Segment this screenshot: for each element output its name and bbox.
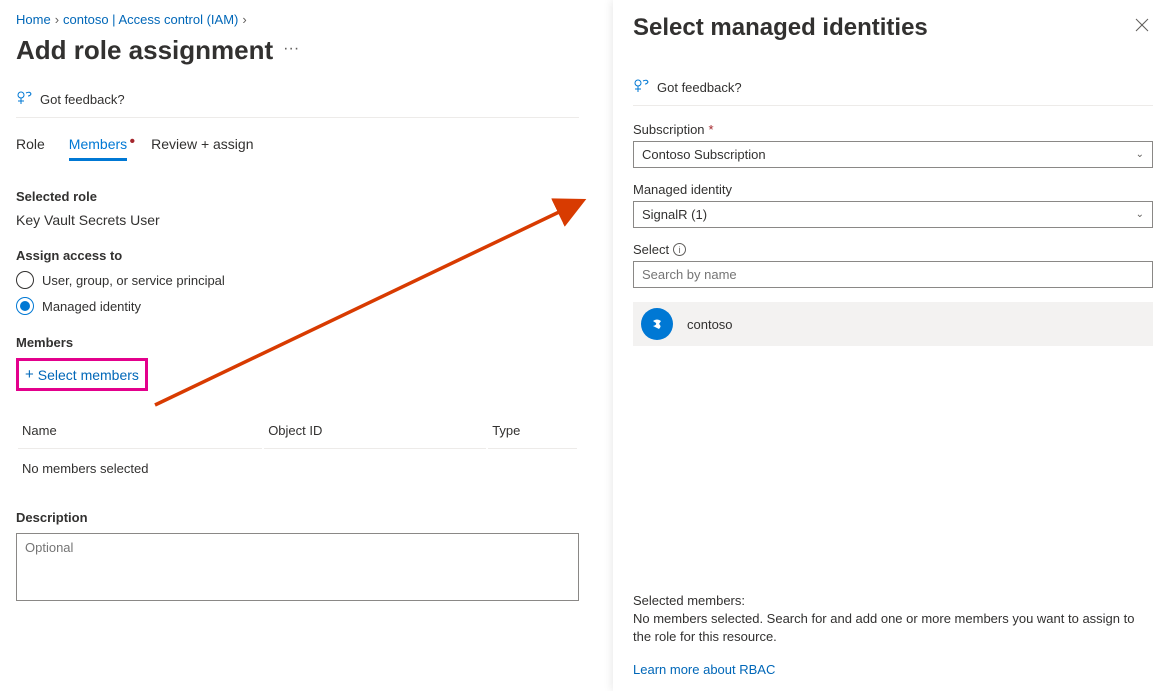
managed-identity-value: SignalR (1) xyxy=(642,207,707,222)
tab-members-label: Members xyxy=(69,136,127,152)
feedback-link[interactable]: Got feedback? xyxy=(16,90,579,109)
radio-icon xyxy=(16,271,34,289)
chevron-down-icon: ⌄ xyxy=(1136,149,1144,160)
radio-label-managed-identity: Managed identity xyxy=(42,299,141,314)
select-members-label: Select members xyxy=(38,367,139,383)
feedback-icon xyxy=(16,90,32,109)
panel-feedback-link[interactable]: Got feedback? xyxy=(633,78,1153,97)
description-label: Description xyxy=(16,510,579,525)
assign-access-label: Assign access to xyxy=(16,248,579,263)
radio-icon xyxy=(16,297,34,315)
select-members-button[interactable]: + Select members xyxy=(16,358,148,391)
subscription-select[interactable]: Contoso Subscription ⌄ xyxy=(633,141,1153,168)
members-table: Name Object ID Type No members selected xyxy=(16,411,579,488)
tabs: Role Members • Review + assign xyxy=(16,136,579,161)
col-name: Name xyxy=(18,413,262,449)
panel-title: Select managed identities xyxy=(633,14,928,42)
info-icon[interactable]: i xyxy=(673,243,686,256)
chevron-right-icon: › xyxy=(242,12,246,27)
radio-managed-identity[interactable]: Managed identity xyxy=(16,297,579,315)
radio-user-group-sp[interactable]: User, group, or service principal xyxy=(16,271,579,289)
divider xyxy=(633,105,1153,106)
managed-identity-select[interactable]: SignalR (1) ⌄ xyxy=(633,201,1153,228)
required-asterisk-icon: * xyxy=(709,122,714,137)
close-button[interactable] xyxy=(1131,14,1153,41)
managed-identity-label: Managed identity xyxy=(633,182,1153,197)
selected-members-text: No members selected. Search for and add … xyxy=(633,610,1153,646)
tab-members[interactable]: Members • xyxy=(69,136,127,161)
col-object-id: Object ID xyxy=(264,413,486,449)
table-row: No members selected xyxy=(18,451,577,486)
breadcrumb-item[interactable]: contoso | Access control (IAM) xyxy=(63,12,238,27)
chevron-down-icon: ⌄ xyxy=(1136,209,1144,220)
identity-result-row[interactable]: contoso xyxy=(633,302,1153,346)
feedback-label: Got feedback? xyxy=(40,92,125,107)
description-input[interactable] xyxy=(16,533,579,601)
identity-result-name: contoso xyxy=(687,317,733,332)
required-dot-icon: • xyxy=(130,134,136,150)
search-input[interactable] xyxy=(633,261,1153,288)
tab-review-assign[interactable]: Review + assign xyxy=(151,136,253,161)
signalr-icon xyxy=(641,308,673,340)
chevron-right-icon: › xyxy=(55,12,59,27)
close-icon xyxy=(1135,18,1149,32)
subscription-value: Contoso Subscription xyxy=(642,147,766,162)
select-label: Select i xyxy=(633,242,1153,257)
more-button[interactable]: ··· xyxy=(283,40,299,62)
col-type: Type xyxy=(488,413,577,449)
feedback-icon xyxy=(633,78,649,97)
divider xyxy=(16,117,579,118)
breadcrumb: Home › contoso | Access control (IAM) › xyxy=(16,12,579,27)
members-label: Members xyxy=(16,335,579,350)
selected-role-value: Key Vault Secrets User xyxy=(16,212,579,228)
selected-role-label: Selected role xyxy=(16,189,579,204)
learn-more-link[interactable]: Learn more about RBAC xyxy=(633,662,1153,677)
radio-label-user-group-sp: User, group, or service principal xyxy=(42,273,225,288)
empty-members-text: No members selected xyxy=(18,451,577,486)
breadcrumb-home[interactable]: Home xyxy=(16,12,51,27)
tab-role[interactable]: Role xyxy=(16,136,45,161)
subscription-label: Subscription* xyxy=(633,122,1153,137)
panel-feedback-label: Got feedback? xyxy=(657,80,742,95)
page-title: Add role assignment xyxy=(16,35,273,66)
plus-icon: + xyxy=(25,366,34,383)
selected-members-label: Selected members: xyxy=(633,593,1153,608)
